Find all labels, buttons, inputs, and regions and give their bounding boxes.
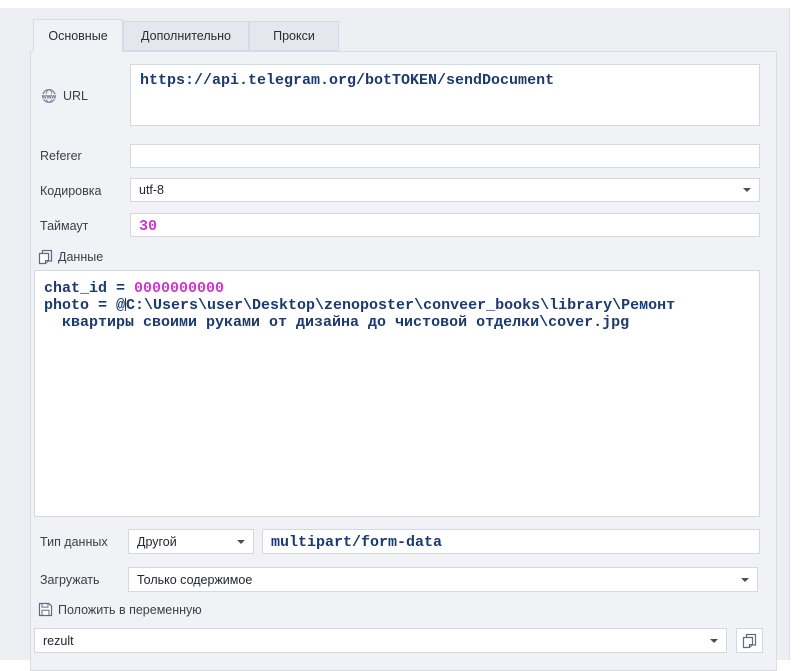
copy-variable-button[interactable]	[736, 628, 763, 653]
referer-label: Referer	[40, 149, 82, 163]
tab-main[interactable]: Основные	[33, 19, 123, 52]
result-label: Положить в переменную	[58, 603, 202, 617]
url-label: URL	[63, 89, 88, 103]
timeout-value: 30	[139, 218, 157, 235]
copy-pages-icon	[742, 633, 757, 649]
url-label-row: www URL	[40, 88, 88, 104]
data-line-1: chat_id = 0000000000	[44, 280, 750, 297]
timeout-input[interactable]: 30	[130, 213, 760, 237]
globe-www-icon: www	[40, 88, 58, 104]
data-type-custom-value: multipart/form-data	[271, 534, 442, 551]
tab-proxy[interactable]: Прокси	[249, 21, 339, 51]
result-variable-select[interactable]: rezult	[34, 628, 727, 653]
copy-pages-icon	[38, 249, 53, 265]
svg-text:www: www	[41, 93, 57, 100]
data-line-2: photo = @C:\Users\user\Desktop\zenoposte…	[44, 297, 750, 314]
timeout-label: Таймаут	[40, 219, 88, 233]
download-select[interactable]: Только содержимое	[128, 567, 758, 592]
chat-id-value: 0000000000	[134, 280, 224, 297]
data-editor[interactable]: chat_id = 0000000000 photo = @C:\Users\u…	[34, 270, 760, 517]
encoding-value: utf-8	[139, 183, 164, 197]
url-input[interactable]: https://api.telegram.org/botTOKEN/sendDo…	[130, 64, 760, 126]
chevron-down-icon	[741, 578, 749, 582]
floppy-disk-icon	[38, 602, 53, 617]
chevron-down-icon	[710, 639, 718, 643]
result-variable-value: rezult	[43, 634, 74, 648]
data-line-3: квартиры своими руками от дизайна до чис…	[44, 314, 750, 331]
data-label: Данные	[58, 250, 103, 264]
download-label: Загружать	[40, 573, 100, 587]
http-request-settings-window: Дополнительно Прокси Основные www URL ht…	[0, 0, 800, 660]
data-type-custom-input[interactable]: multipart/form-data	[262, 529, 760, 554]
data-label-row: Данные	[38, 249, 103, 265]
download-value: Только содержимое	[137, 573, 252, 587]
referer-input[interactable]	[130, 144, 760, 168]
tab-additional[interactable]: Дополнительно	[123, 21, 249, 51]
url-value: https://api.telegram.org/botTOKEN/sendDo…	[140, 72, 554, 89]
encoding-select[interactable]: utf-8	[130, 178, 760, 202]
encoding-label: Кодировка	[40, 184, 101, 198]
data-type-label: Тип данных	[40, 535, 108, 549]
chevron-down-icon	[743, 188, 751, 192]
data-type-select[interactable]: Другой	[128, 529, 254, 554]
result-label-row: Положить в переменную	[38, 602, 202, 617]
data-type-value: Другой	[137, 535, 177, 549]
chevron-down-icon	[237, 540, 245, 544]
